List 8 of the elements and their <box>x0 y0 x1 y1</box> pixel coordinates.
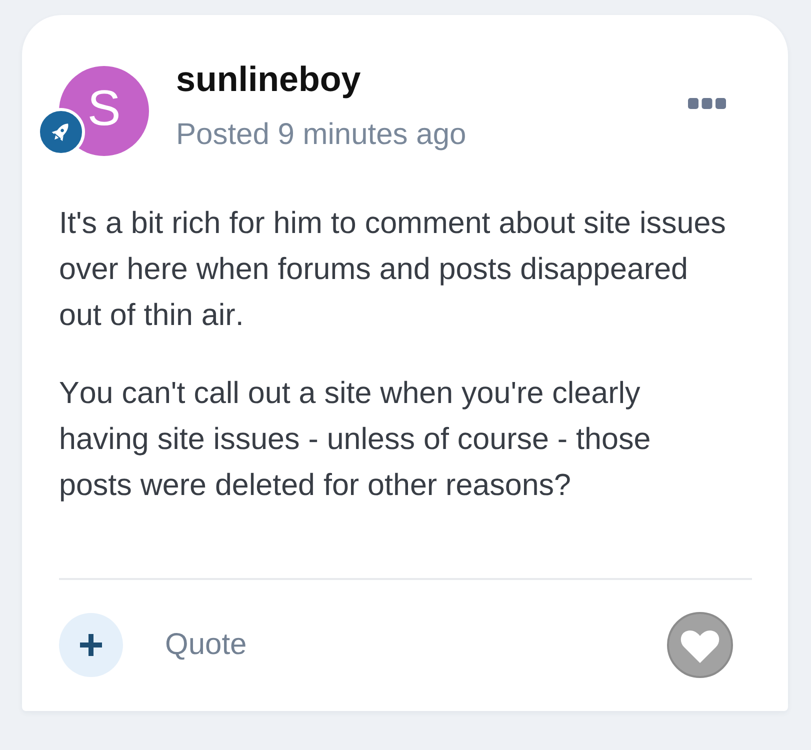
more-options-icon[interactable] <box>688 98 726 109</box>
post-time: Posted 9 minutes ago <box>176 118 466 152</box>
plus-icon <box>80 634 102 656</box>
author-name[interactable]: sunlineboy <box>176 60 361 100</box>
rocket-badge-icon <box>37 108 85 156</box>
quote-button[interactable]: Quote <box>165 628 247 662</box>
post-paragraph: You can't call out a site when you're clearly having site issues - unless of course - those posts were deleted for other reasons? <box>59 375 652 504</box>
post-paragraph: It's a bit rich for him to comment about site issues over here when forums and posts disappeared out of thin air. <box>59 205 727 334</box>
